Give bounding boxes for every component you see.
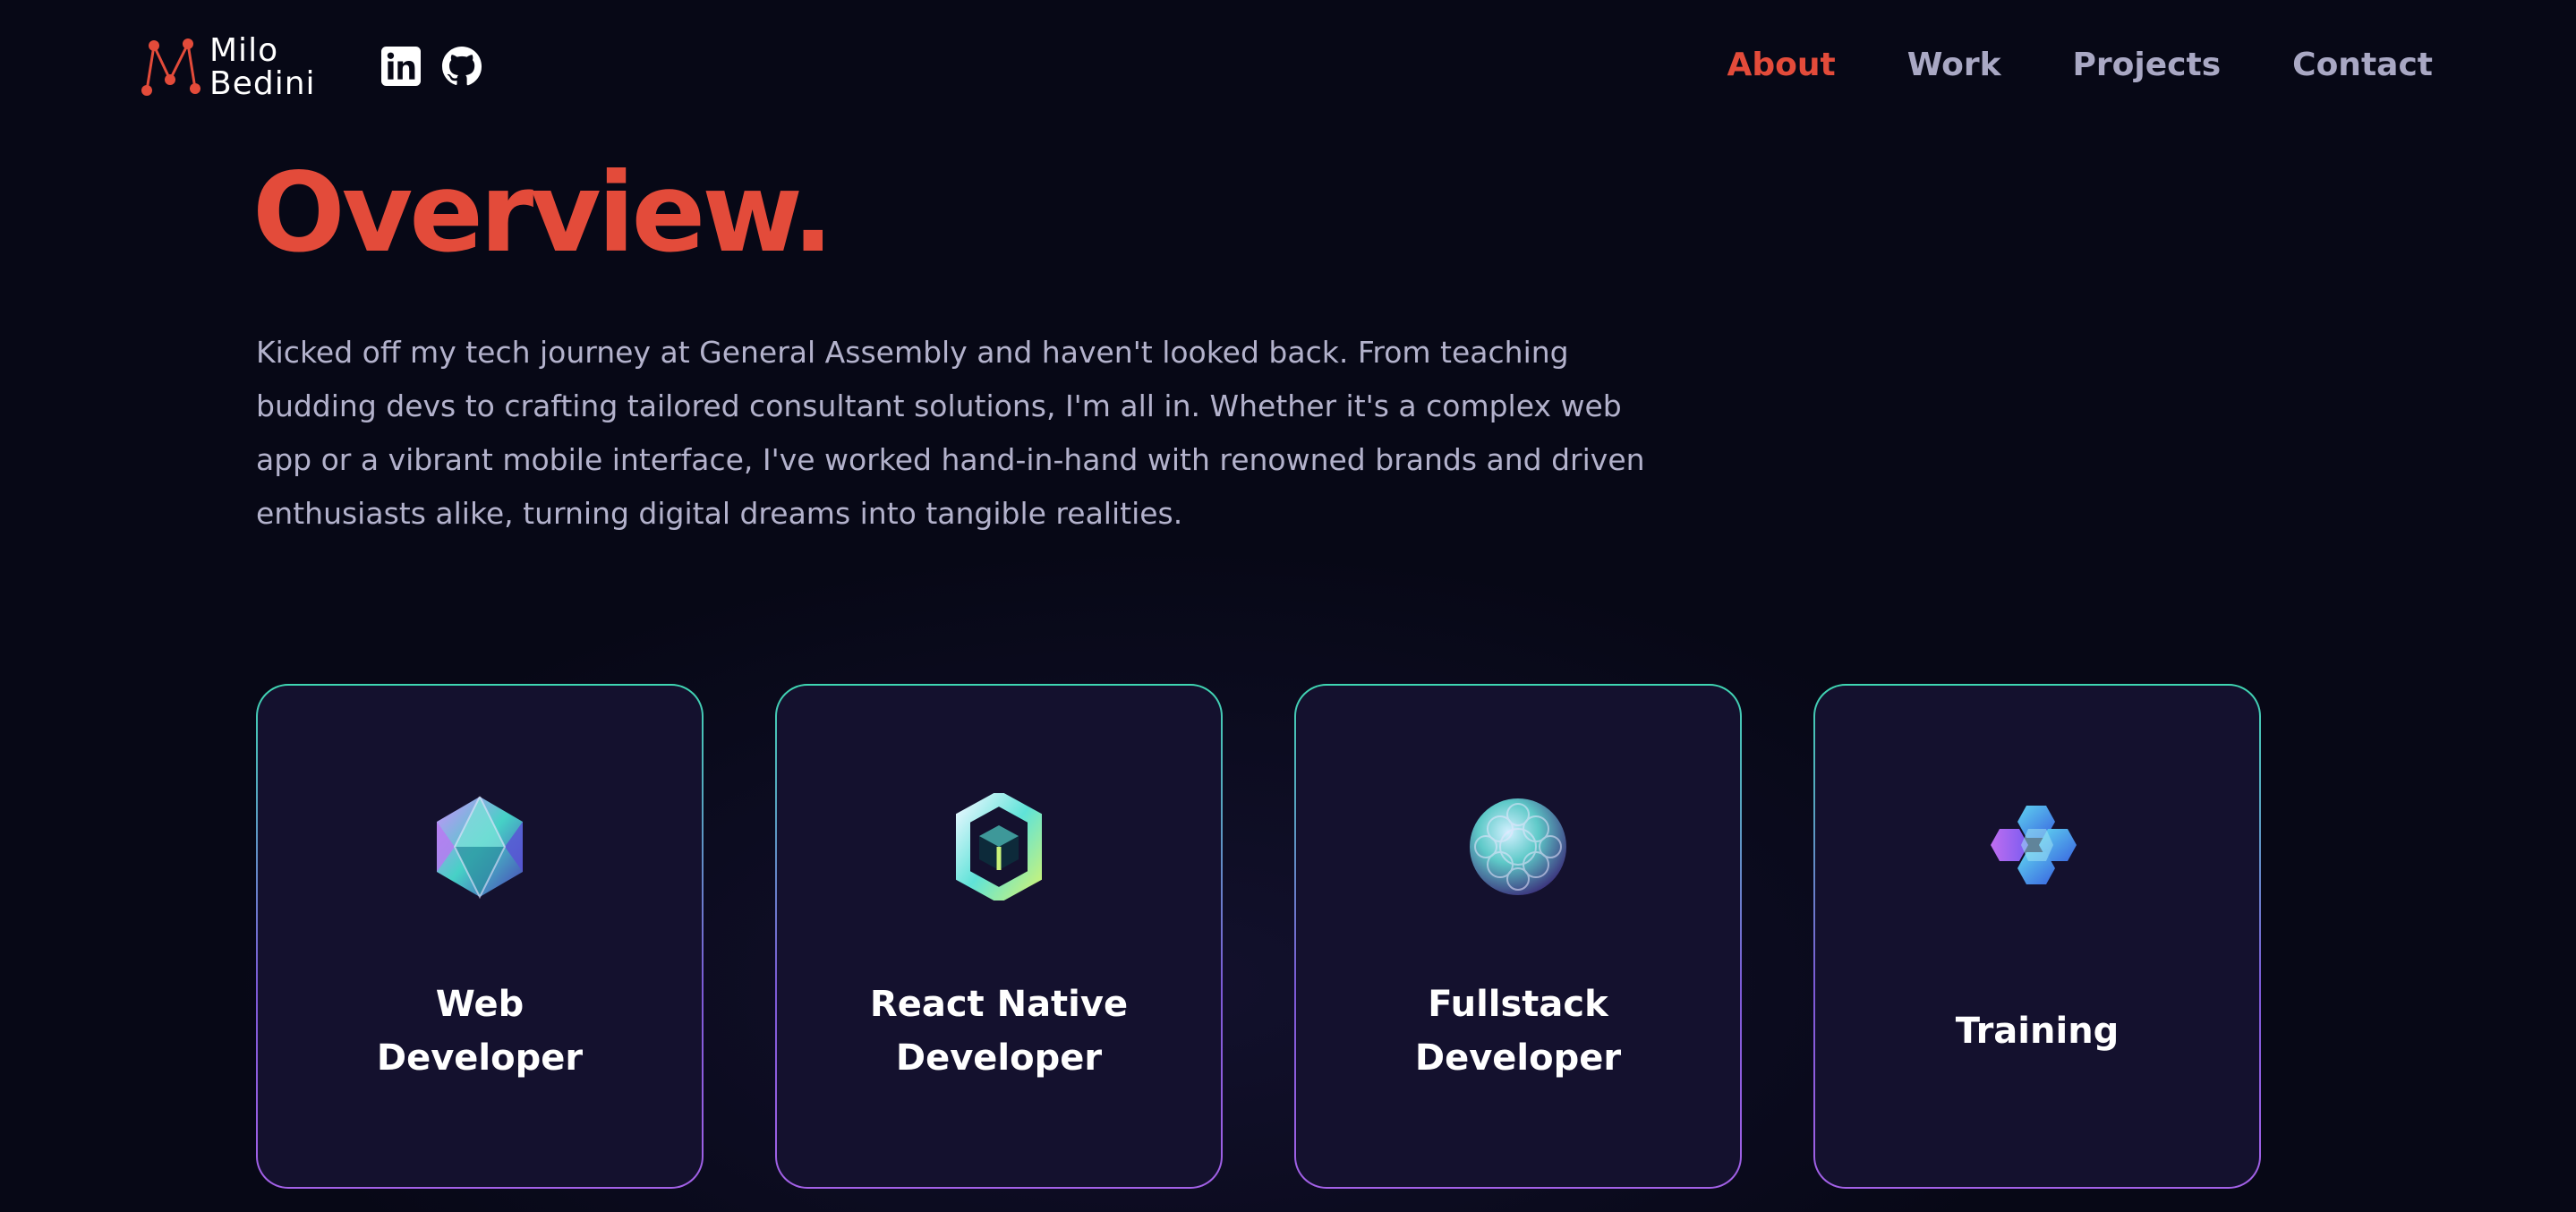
brand-logo[interactable]: Milo Bedini (138, 34, 316, 100)
service-card-web[interactable]: Web Developer (256, 684, 704, 1189)
service-card-training[interactable]: Training (1813, 684, 2261, 1189)
hexagon-cluster-icon (1991, 806, 2077, 884)
brand-name-line1: Milo (209, 32, 279, 69)
service-cards: Web Developer React Native Developer Ful… (256, 684, 2261, 1189)
brand-name-line2: Bedini (209, 65, 316, 102)
nav-contact[interactable]: Contact (2292, 47, 2433, 83)
card-body: Fullstack Developer (1296, 686, 1740, 1187)
nav-about[interactable]: About (1727, 47, 1835, 83)
card-title: Web Developer (376, 984, 584, 1079)
intro-paragraph: Kicked off my tech journey at General As… (256, 335, 1645, 531)
card-body: Web Developer (258, 686, 702, 1187)
page-title: Overview. (252, 149, 833, 277)
social-links (380, 45, 483, 88)
main-nav: About Work Projects Contact (1727, 47, 2433, 83)
navbar: Milo Bedini About Work Projects Contact (0, 0, 2576, 134)
icosahedron-icon (437, 796, 523, 900)
card-title: Fullstack Developer (1414, 984, 1622, 1079)
card-title: React Native Developer (869, 984, 1129, 1079)
github-icon (441, 46, 482, 86)
card-body: Training (1815, 686, 2259, 1187)
sphere-icon (1470, 798, 1566, 895)
linkedin-icon (381, 47, 421, 86)
cube-frame-icon (956, 793, 1042, 900)
nav-work[interactable]: Work (1907, 47, 2001, 83)
linkedin-link[interactable] (380, 45, 422, 88)
nav-projects[interactable]: Projects (2073, 47, 2222, 83)
brand-name: Milo Bedini (209, 34, 316, 100)
logo-mark-icon (141, 38, 200, 96)
github-link[interactable] (440, 45, 483, 88)
service-card-fullstack[interactable]: Fullstack Developer (1294, 684, 1742, 1189)
service-card-react-native[interactable]: React Native Developer (775, 684, 1223, 1189)
card-title: Training (1955, 1011, 2120, 1052)
card-body: React Native Developer (777, 686, 1221, 1187)
